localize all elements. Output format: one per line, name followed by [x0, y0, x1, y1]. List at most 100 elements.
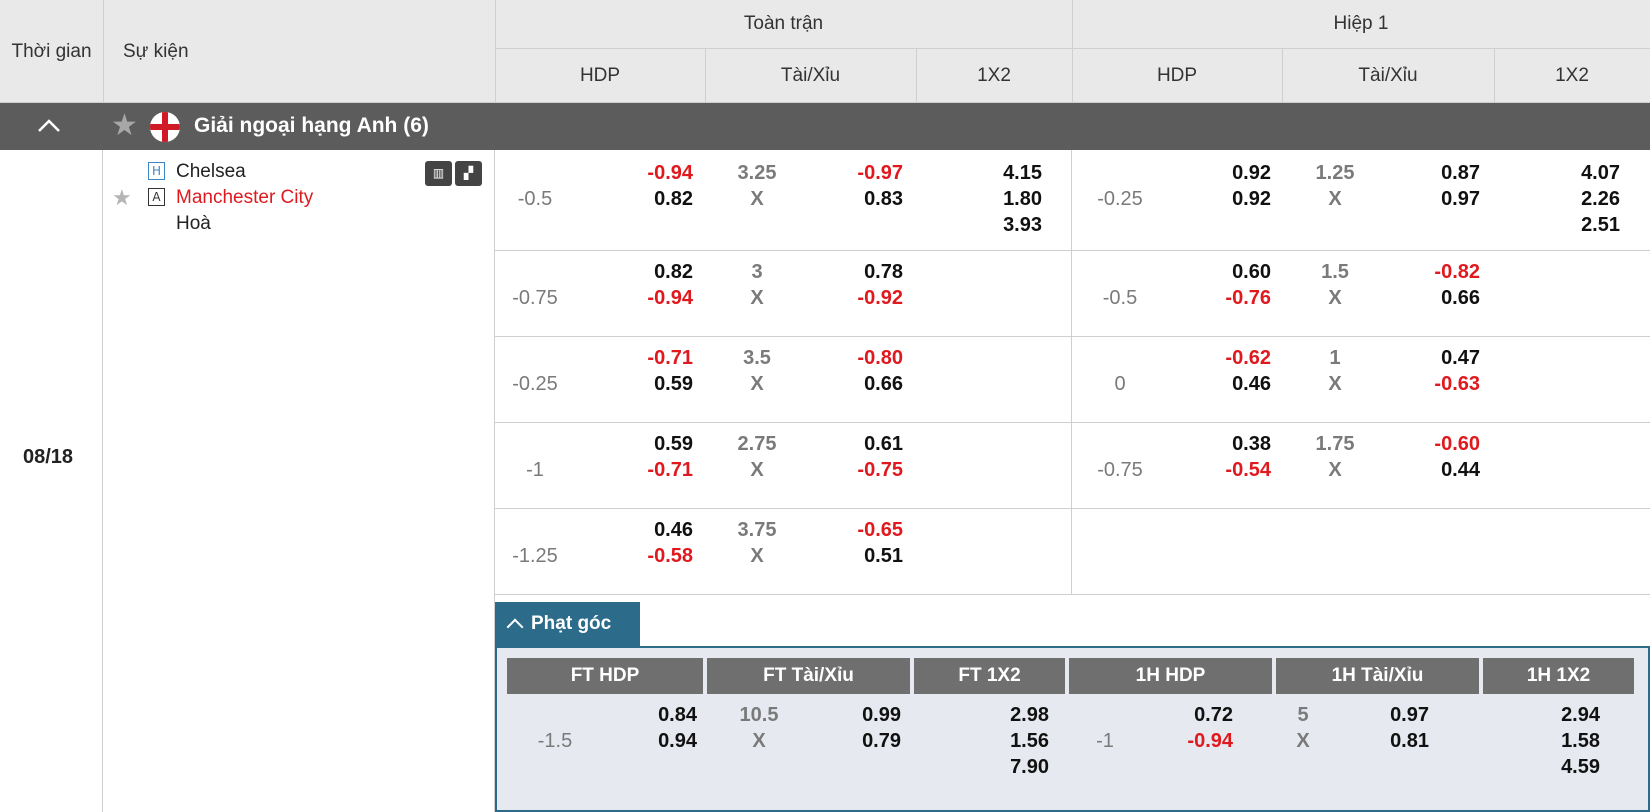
ft-1x2-away[interactable]: 1.80	[962, 188, 1042, 211]
1h-under-odds[interactable]: -0.63	[1400, 373, 1480, 396]
ft-under-odds[interactable]: -0.75	[823, 459, 903, 482]
ft-hdp-home-odds[interactable]: 0.46	[613, 519, 693, 542]
ft-over-odds[interactable]: -0.65	[823, 519, 903, 542]
1h-under-odds[interactable]: 0.97	[1400, 188, 1480, 211]
ft-ou-x: X	[750, 545, 764, 567]
away-team[interactable]: Manchester City	[176, 187, 313, 209]
ft-under-odds[interactable]: 0.66	[823, 373, 903, 396]
corner-tab[interactable]: Phạt góc	[495, 602, 640, 646]
1h-over-odds[interactable]: 0.47	[1400, 347, 1480, 370]
1h-hdp-home-odds[interactable]: 0.92	[1191, 162, 1271, 185]
home-team[interactable]: Chelsea	[176, 161, 246, 183]
corner-ft-ou-line: 10.5	[739, 704, 779, 726]
header-1h-ou: Tài/Xỉu	[1358, 64, 1418, 86]
ft-under-odds[interactable]: 0.51	[823, 545, 903, 568]
1h-over-odds[interactable]: 0.87	[1400, 162, 1480, 185]
1h-under-odds[interactable]: 0.66	[1400, 287, 1480, 310]
stats-icon[interactable]: ▥	[425, 161, 452, 186]
live-field-icon[interactable]: ▞	[455, 161, 482, 186]
ft-hdp-away-odds[interactable]: 0.82	[613, 188, 693, 211]
odds-row: -1.25 0.46 -0.58 3.75 X -0.65 0.51	[495, 509, 1650, 595]
1h-over-odds[interactable]: -0.82	[1400, 261, 1480, 284]
corner-1h-hdp-away[interactable]: -0.94	[1153, 730, 1233, 753]
corner-1h-over[interactable]: 0.97	[1349, 704, 1429, 727]
header-1h-hdp: HDP	[1156, 64, 1198, 86]
ft-ou-line: 3	[751, 261, 763, 283]
corner-ft-ou-x: X	[752, 730, 766, 752]
1h-ou-x: X	[1328, 188, 1342, 210]
ft-over-odds[interactable]: 0.78	[823, 261, 903, 284]
corner-header-ft-ou: FT Tài/Xỉu	[707, 658, 910, 694]
ft-over-odds[interactable]: -0.97	[823, 162, 903, 185]
1h-hdp-home-odds[interactable]: 0.38	[1191, 433, 1271, 456]
corner-ft-hdp-home[interactable]: 0.84	[617, 704, 697, 727]
favorite-league-star-icon[interactable]: ★	[111, 111, 138, 141]
corner-ft-1x2-away[interactable]: 1.56	[969, 730, 1049, 753]
ft-under-odds[interactable]: 0.83	[823, 188, 903, 211]
ft-hdp-line: -1	[526, 459, 544, 481]
corner-ft-1x2-draw[interactable]: 7.90	[969, 756, 1049, 779]
header-ft-ou: Tài/Xỉu	[780, 64, 841, 86]
corner-header-1h-1x2: 1H 1X2	[1483, 658, 1634, 694]
corner-panel: FT HDP FT Tài/Xỉu FT 1X2 1H HDP 1H Tài/X…	[495, 646, 1650, 812]
corner-ft-hdp-away[interactable]: 0.94	[617, 730, 697, 753]
ft-under-odds[interactable]: -0.92	[823, 287, 903, 310]
odds-row: -0.5 -0.94 0.82 3.25 X -0.97 0.83 4.15 1…	[495, 150, 1650, 251]
corner-tab-label: Phạt góc	[531, 613, 612, 634]
1h-under-odds[interactable]: 0.44	[1400, 459, 1480, 482]
ft-1x2-home[interactable]: 4.15	[962, 162, 1042, 185]
1h-ou-line: 1.25	[1315, 162, 1355, 184]
1h-over-odds[interactable]: -0.60	[1400, 433, 1480, 456]
ft-hdp-line: -0.25	[512, 373, 558, 395]
ft-over-odds[interactable]: 0.61	[823, 433, 903, 456]
ft-over-odds[interactable]: -0.80	[823, 347, 903, 370]
1h-hdp-home-odds[interactable]: -0.62	[1191, 347, 1271, 370]
corner-1h-1x2-draw[interactable]: 4.59	[1520, 756, 1600, 779]
ft-hdp-away-odds[interactable]: -0.58	[613, 545, 693, 568]
favorite-match-star-icon[interactable]: ★	[112, 185, 132, 211]
ft-hdp-away-odds[interactable]: -0.94	[613, 287, 693, 310]
corner-ft-under[interactable]: 0.79	[821, 730, 901, 753]
ft-hdp-away-odds[interactable]: -0.71	[613, 459, 693, 482]
home-badge-icon: H	[148, 162, 165, 180]
match-time: 08/18	[22, 446, 74, 468]
league-bar[interactable]: ★ Giải ngoại hạng Anh (6)	[0, 103, 1650, 150]
league-name: Giải ngoại hạng Anh (6)	[194, 114, 429, 137]
corner-1h-hdp-line: -1	[1096, 730, 1114, 752]
1h-ou-line: 1.75	[1315, 433, 1355, 455]
ft-hdp-home-odds[interactable]: -0.94	[613, 162, 693, 185]
1h-hdp-home-odds[interactable]: 0.60	[1191, 261, 1271, 284]
corner-1h-1x2-home[interactable]: 2.94	[1520, 704, 1600, 727]
ft-ou-x: X	[750, 188, 764, 210]
ft-hdp-home-odds[interactable]: 0.59	[613, 433, 693, 456]
ft-ou-line: 3.75	[737, 519, 777, 541]
corner-1h-ou-line: 5	[1297, 704, 1309, 726]
corner-ft-over[interactable]: 0.99	[821, 704, 901, 727]
1h-hdp-away-odds[interactable]: -0.54	[1191, 459, 1271, 482]
corner-header-1h-hdp: 1H HDP	[1069, 658, 1272, 694]
1h-hdp-line: 0	[1114, 373, 1126, 395]
collapse-chevron-icon[interactable]	[36, 115, 62, 137]
ft-1x2-draw[interactable]: 3.93	[962, 214, 1042, 237]
1h-1x2-home[interactable]: 4.07	[1540, 162, 1620, 185]
ft-hdp-away-odds[interactable]: 0.59	[613, 373, 693, 396]
corner-1h-1x2-away[interactable]: 1.58	[1520, 730, 1600, 753]
corner-header-ft-hdp: FT HDP	[507, 658, 703, 694]
ft-hdp-home-odds[interactable]: 0.82	[613, 261, 693, 284]
odds-row: -1 0.59 -0.71 2.75 X 0.61 -0.75 -0.75 0.…	[495, 423, 1650, 509]
corner-1h-under[interactable]: 0.81	[1349, 730, 1429, 753]
1h-ou-line: 1	[1329, 347, 1341, 369]
away-badge-icon: A	[148, 188, 165, 206]
event-column: H Chelsea ★ A Manchester City Hoà ▥ ▞	[103, 150, 495, 812]
header-full-match: Toàn trận	[743, 13, 824, 34]
1h-1x2-draw[interactable]: 2.51	[1540, 214, 1620, 237]
ft-hdp-home-odds[interactable]: -0.71	[613, 347, 693, 370]
1h-hdp-away-odds[interactable]: 0.92	[1191, 188, 1271, 211]
corner-1h-hdp-home[interactable]: 0.72	[1153, 704, 1233, 727]
1h-hdp-away-odds[interactable]: 0.46	[1191, 373, 1271, 396]
header-event: Sự kiện	[123, 40, 189, 62]
1h-1x2-away[interactable]: 2.26	[1540, 188, 1620, 211]
1h-hdp-away-odds[interactable]: -0.76	[1191, 287, 1271, 310]
ft-hdp-line: -0.75	[512, 287, 558, 309]
corner-ft-1x2-home[interactable]: 2.98	[969, 704, 1049, 727]
